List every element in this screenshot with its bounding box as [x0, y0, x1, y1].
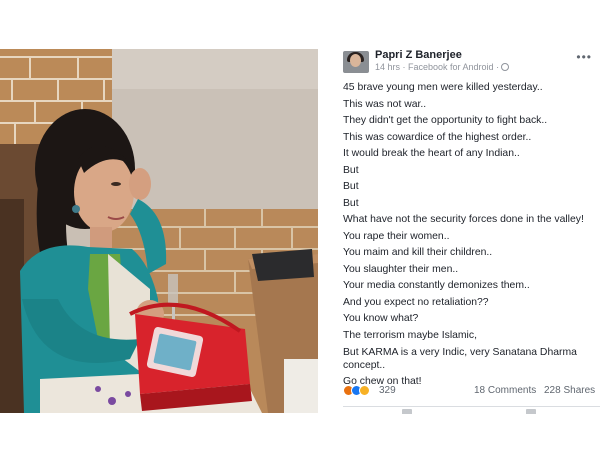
post-meta-text: 14 hrs · Facebook for Android ·	[375, 62, 500, 72]
post-line: But	[343, 197, 359, 209]
post-line: It would break the heart of any Indian..	[343, 148, 520, 159]
shares-count-link[interactable]: 228 Shares	[544, 385, 595, 396]
post-line: This was cowardice of the highest order.…	[343, 131, 532, 143]
haha-icon	[359, 385, 370, 396]
author-name[interactable]: Papri Z Banerjee	[375, 49, 462, 61]
post-line: But KARMA is a very Indic, very Sanatana…	[343, 347, 577, 371]
post-line: And you expect no retaliation??	[343, 296, 489, 308]
more-options-icon[interactable]: •••	[576, 50, 592, 64]
post-line: 45 brave young men were killed yesterday…	[343, 82, 543, 93]
globe-icon	[501, 62, 510, 71]
facebook-post: Papri Z Banerjee 14 hrs · Facebook for A…	[336, 46, 600, 414]
post-line: Your media constantly demonizes them..	[343, 280, 530, 291]
post-line: You rape their women..	[343, 230, 450, 242]
post-line: You know what?	[343, 313, 419, 324]
footer-divider	[343, 406, 600, 407]
comments-count-link[interactable]: 18 Comments	[474, 385, 536, 396]
post-line: The terrorism maybe Islamic,	[343, 329, 477, 341]
post-line: This was not war..	[343, 98, 427, 110]
author-avatar[interactable]	[343, 51, 369, 73]
post-line: They didn't get the opportunity to fight…	[343, 115, 548, 126]
share-action-icon[interactable]	[526, 409, 536, 414]
post-line: But	[343, 181, 359, 192]
post-footer: 329 18 Comments 228 Shares	[336, 383, 600, 399]
post-line: You maim and kill their children..	[343, 247, 493, 258]
reaction-count[interactable]: 329	[379, 385, 396, 396]
like-action-icon[interactable]	[402, 409, 412, 414]
post-line: But	[343, 164, 359, 176]
post-photo	[0, 49, 318, 413]
post-line: You slaughter their men..	[343, 263, 459, 275]
reaction-icons[interactable]	[343, 385, 377, 397]
post-meta: 14 hrs · Facebook for Android ·	[375, 62, 510, 72]
screenshot: Papri Z Banerjee 14 hrs · Facebook for A…	[0, 0, 600, 450]
post-line: What have not the security forces done i…	[343, 214, 584, 225]
post-text: 45 brave young men were killed yesterday…	[343, 80, 598, 391]
photo-illustration	[0, 49, 318, 413]
